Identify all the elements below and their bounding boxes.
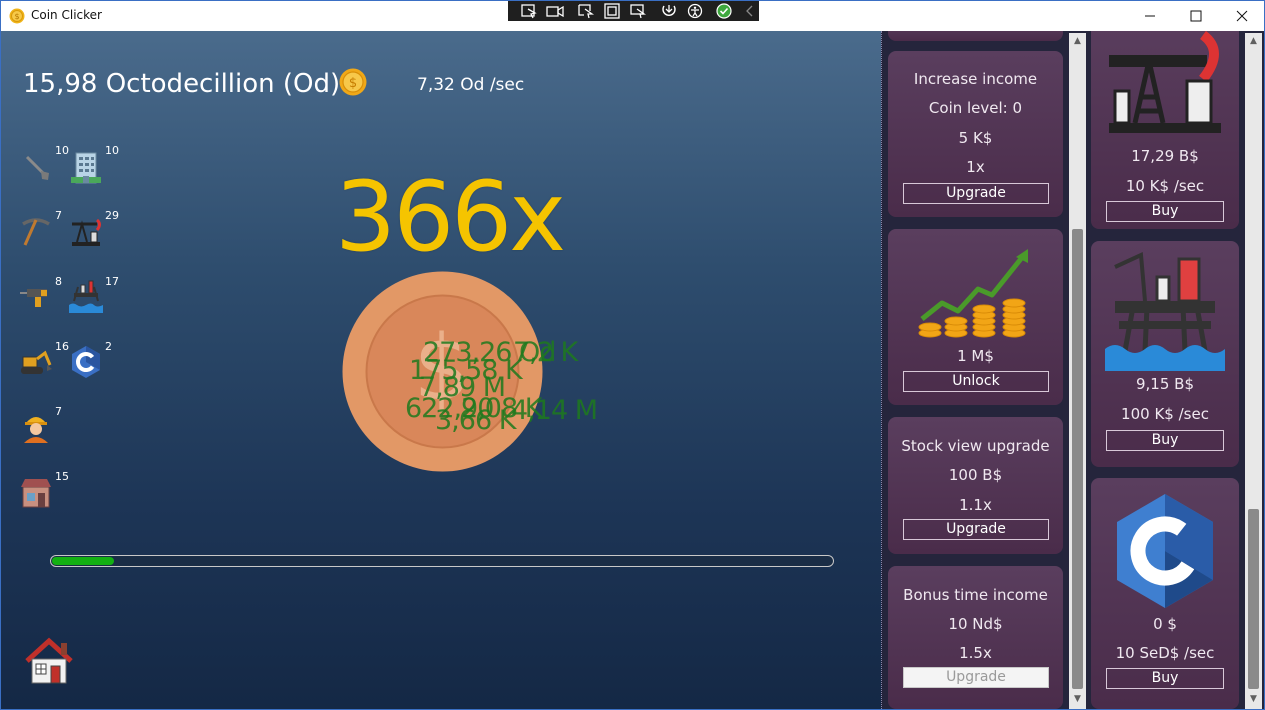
svg-text:$: $ [14,12,19,21]
upgrade-level: Coin level: 0 [928,99,1023,117]
shop-price: 0 $ [1153,615,1177,633]
window-title: Coin Clicker [31,8,102,22]
buy-button[interactable]: Buy [1106,430,1224,451]
building-count: 16 [55,340,69,353]
toggle-hot-reload-icon[interactable] [660,3,678,19]
upgrade-price: 100 B$ [948,466,1003,484]
building-count: 17 [105,275,119,288]
scroll-down-icon[interactable]: ▼ [1245,691,1262,708]
close-icon[interactable] [1219,1,1265,31]
coin-app-icon: $ [9,8,25,24]
scroll-up-icon[interactable]: ▲ [1245,33,1262,50]
shop-card-oil-platform: 9,15 B$ 100 K$ /sec Buy [1091,241,1239,467]
c-language-icon[interactable] [69,345,103,379]
upgrade-value: 1.1x [959,496,992,514]
upgrade-title: Increase income [913,70,1038,88]
svg-text:$: $ [349,76,357,91]
oil-platform-icon [1105,251,1225,371]
upgrades-scrollbar[interactable]: ▲ ▼ [1069,33,1086,709]
progress-fill [52,557,114,565]
oil-platform-icon[interactable] [69,279,103,313]
shovel-icon[interactable] [21,151,55,185]
unlock-button[interactable]: Unlock [903,371,1049,392]
c-language-icon [1117,494,1213,608]
buy-button[interactable]: Buy [1106,668,1224,689]
building-count: 2 [105,340,112,353]
building-count: 7 [55,209,62,222]
live-preview-icon[interactable] [546,3,564,19]
upgrade-price: 10 Nd$ [948,615,1003,633]
game-area: 15,98 Octodecillion (Od) $ 7,32 Od /sec … [1,31,881,709]
upgrades-panel: Increase income Coin level: 0 5 K$ 1x Up… [881,31,1088,709]
building-count: 15 [55,470,69,483]
upgrade-button[interactable]: Upgrade [903,183,1049,204]
upgrade-card-increase-income: Increase income Coin level: 0 5 K$ 1x Up… [888,51,1063,217]
xaml-debug-toolbar [508,1,759,21]
home-icon[interactable] [23,637,75,685]
miner-worker-icon[interactable] [19,409,53,443]
upgrade-price: 1 M$ [957,347,994,365]
shop-scrollbar[interactable]: ▲ ▼ [1245,33,1262,709]
building-count: 29 [105,209,119,222]
track-focus-icon[interactable] [577,3,595,19]
drill-icon[interactable] [19,279,53,313]
scroll-up-icon[interactable]: ▲ [1069,33,1086,50]
gold-coin-icon: $ [339,68,367,96]
floating-income: 7,2 K [513,337,578,368]
shop-panel: 17,29 B$ 10 K$ /sec Buy 9,15 B$ 100 K$ /… [1088,31,1264,709]
shop-rate: 10 SeD$ /sec [1115,644,1215,662]
floating-income: 3,66 K [435,405,516,436]
upgrade-title: Stock view upgrade [901,437,1050,455]
growth-chart-coins-icon [918,249,1028,338]
upgrade-button[interactable]: Upgrade [903,519,1049,540]
floating-income: 4,14 M [511,395,598,426]
app-window: $ Coin Clicker 15,98 Octodecillion (Od) … [0,0,1265,710]
display-layout-adorners-icon[interactable] [603,3,621,19]
office-building-icon[interactable] [69,151,103,185]
upgrade-card-partial [888,31,1063,41]
click-multiplier: 366x [335,161,566,273]
scroll-thumb[interactable] [1248,509,1259,689]
income-per-second: 7,32 Od /sec [417,75,525,95]
building-count: 10 [55,144,69,157]
select-element-icon[interactable] [520,3,538,19]
collapse-icon[interactable] [741,3,759,19]
building-count: 10 [105,144,119,157]
app-content: 15,98 Octodecillion (Od) $ 7,32 Od /sec … [1,31,1264,709]
track-focus-icon[interactable] [630,3,648,19]
upgrade-value: 1x [966,158,985,176]
upgrade-card-stock-view: Stock view upgrade 100 B$ 1.1x Upgrade [888,417,1063,554]
buy-button[interactable]: Buy [1106,201,1224,222]
scroll-down-icon[interactable]: ▼ [1069,691,1086,708]
oil-pump-icon[interactable] [69,214,103,248]
shop-card-c-language: 0 $ 10 SeD$ /sec Buy [1091,478,1239,709]
pickaxe-icon[interactable] [19,214,53,248]
excavator-icon[interactable] [19,345,53,379]
building-count: 8 [55,275,62,288]
shop-price: 9,15 B$ [1135,375,1194,393]
checkmark-icon[interactable] [715,3,733,19]
minimize-icon[interactable] [1127,1,1173,31]
shop-rate: 100 K$ /sec [1121,405,1209,423]
upgrade-card-stock: 1 M$ Unlock [888,229,1063,405]
oil-pump-icon [1109,31,1221,133]
building-count: 7 [55,405,62,418]
coin-balance: 15,98 Octodecillion (Od) [23,69,341,99]
upgrade-value: 1.5x [959,644,992,662]
accessibility-icon[interactable] [686,3,704,19]
title-bar: $ Coin Clicker [1,1,1264,31]
scroll-thumb[interactable] [1072,229,1083,689]
shop-store-icon[interactable] [19,475,53,509]
upgrade-card-bonus-time: Bonus time income 10 Nd$ 1.5x Upgrade [888,566,1063,709]
maximize-icon[interactable] [1173,1,1219,31]
shop-rate: 10 K$ /sec [1125,177,1205,195]
bonus-progress-bar [50,555,834,567]
upgrade-price: 5 K$ [958,129,993,147]
upgrade-title: Bonus time income [903,586,1048,604]
shop-price: 17,29 B$ [1131,147,1199,165]
upgrade-button-disabled[interactable]: Upgrade [903,667,1049,688]
shop-card-oil-pump: 17,29 B$ 10 K$ /sec Buy [1091,31,1239,229]
